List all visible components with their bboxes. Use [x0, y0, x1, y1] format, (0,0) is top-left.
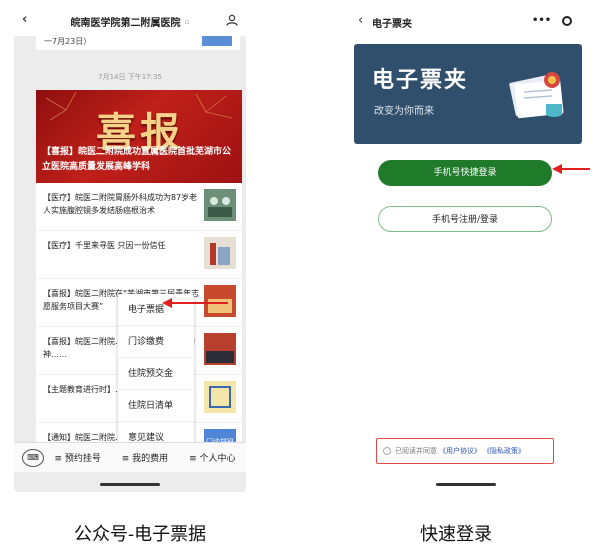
left-nav-title: 皖南医学院第二附属医院 [70, 17, 181, 29]
menu-item-inpatient-deposit[interactable]: 住院预交金 [118, 358, 194, 390]
right-nav-title: 电子票夹 [372, 19, 412, 30]
feed-item-text: 【医疗】皖医二附院胃肠外科成功为87岁老人实施腹腔镜多发结肠癌根治术 [43, 193, 198, 215]
hero-subtitle: 改变为你而来 [374, 106, 434, 117]
popup-menu: 电子票据 门诊缴费 住院预交金 住院日清单 意见建议 [118, 294, 194, 454]
stage: ‹ 皖南医学院第二附属医院 ⌂ 一7月23日） 7月14日 下午17:35 喜报… [0, 0, 600, 558]
right-phone-screen: ‹ 电子票夹 ••• 电子票夹 改变为你而来 手机号快捷登录 手机号注册/登录 [348, 6, 588, 492]
menu-item-outpatient-payment[interactable]: 门诊缴费 [118, 326, 194, 358]
left-phone-screen: ‹ 皖南医学院第二附属医院 ⌂ 一7月23日） 7月14日 下午17:35 喜报… [14, 6, 246, 492]
close-circle-icon[interactable] [562, 16, 572, 26]
mini-program-capsule[interactable]: ••• [526, 13, 576, 29]
tab-personal-center[interactable]: ≡ 个人中心 [179, 451, 246, 464]
home-indicator [436, 483, 496, 486]
right-nav-bar: ‹ 电子票夹 ••• [348, 6, 588, 36]
keyboard-icon[interactable]: ⌨ [22, 448, 44, 467]
tab-appointment[interactable]: ≡ 预约挂号 [44, 451, 111, 464]
home-indicator [100, 483, 160, 486]
right-caption: 快速登录 [420, 524, 492, 545]
back-icon[interactable]: ‹ [22, 12, 27, 27]
agree-text: 已阅读并同意 [395, 447, 437, 455]
classic-reading-thumbnail-icon [204, 381, 236, 413]
left-nav-bar: ‹ 皖南医学院第二附属医院 ⌂ [14, 6, 246, 36]
feed-item-text: 【医疗】千里来寻医 只因一份信任 [43, 241, 166, 250]
group-photo-thumbnail-icon [204, 333, 236, 365]
phone-register-login-button[interactable]: 手机号注册/登录 [378, 206, 552, 232]
back-icon[interactable]: ‹ [358, 13, 363, 28]
red-arrow-icon [162, 298, 228, 308]
feed-item[interactable]: 【医疗】千里来寻医 只因一份信任 [36, 231, 242, 279]
more-icon[interactable]: ••• [532, 15, 551, 26]
hero-title: 电子票夹 [372, 68, 469, 93]
banner-flag-thumbnail-icon [204, 237, 236, 269]
user-icon[interactable] [226, 14, 238, 26]
headline-banner[interactable]: 喜报 【喜报】皖医二附院成功直属医院首批芜湖市公立医院高质量发展高峰学科 [36, 90, 242, 183]
feed-item[interactable]: 【医疗】皖医二附院胃肠外科成功为87岁老人实施腹腔镜多发结肠癌根治术 [36, 183, 242, 231]
home-icon: ⌂ [184, 16, 190, 26]
left-caption: 公众号-电子票据 [74, 524, 207, 545]
certificate-icon [509, 72, 564, 119]
red-arrow-icon [552, 164, 590, 174]
bottom-menu-bar: ⌨ ≡ 预约挂号 ≡ 我的费用 ≡ 个人中心 [14, 442, 246, 472]
user-agreement-link[interactable]: 《用户协议》 [439, 446, 481, 456]
agree-checkbox[interactable] [383, 447, 391, 455]
previous-card-thumb [202, 36, 232, 46]
message-timestamp: 7月14日 下午17:35 [98, 73, 162, 81]
privacy-policy-link[interactable]: 《隐私政策》 [483, 446, 525, 456]
surgery-thumbnail-icon [204, 189, 236, 221]
menu-item-daily-list[interactable]: 住院日清单 [118, 390, 194, 422]
banner-caption: 【喜报】皖医二附院成功直属医院首批芜湖市公立医院高质量发展高峰学科 [42, 147, 232, 172]
phone-quick-login-button[interactable]: 手机号快捷登录 [378, 160, 552, 186]
tab-my-expenses[interactable]: ≡ 我的费用 [111, 451, 178, 464]
hero-banner: 电子票夹 改变为你而来 [354, 44, 582, 144]
previous-message-card[interactable]: 一7月23日） [36, 36, 240, 50]
agreement-box: 已阅读并同意 《用户协议》 《隐私政策》 [376, 438, 554, 464]
